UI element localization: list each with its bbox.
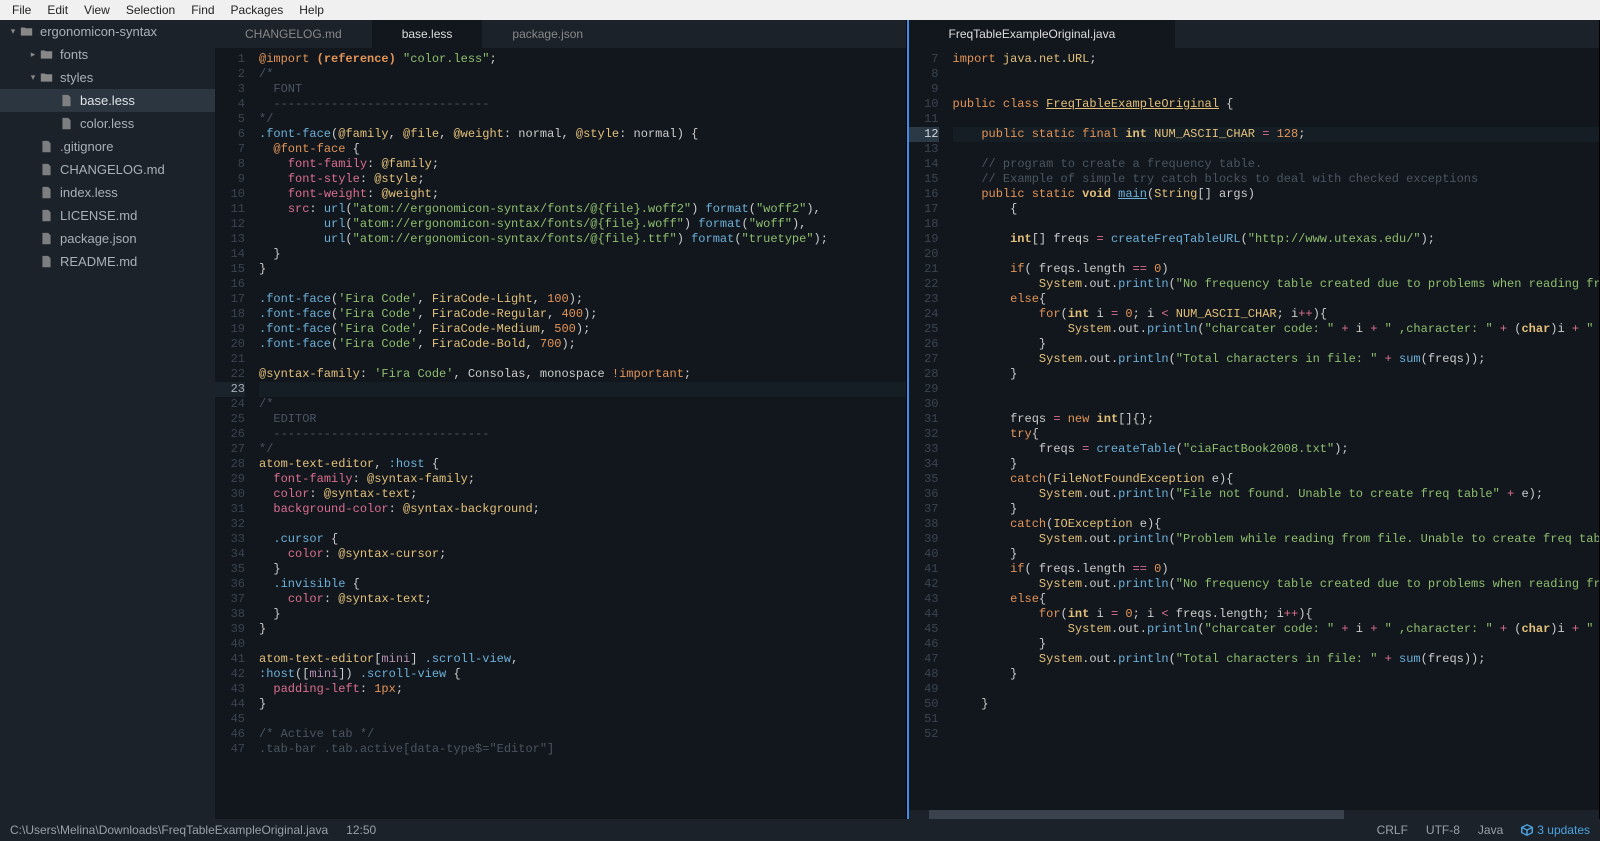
folder-icon <box>18 25 34 38</box>
tab-bar-right: FreqTableExampleOriginal.java <box>909 20 1600 48</box>
menu-help[interactable]: Help <box>291 1 332 19</box>
tree-item-base-less[interactable]: base.less <box>0 89 215 112</box>
horizontal-scrollbar[interactable] <box>909 810 1600 819</box>
tree-view[interactable]: ▾ ergonomicon-syntax▸ fonts ▾ styles base.les… <box>0 20 215 819</box>
menu-selection[interactable]: Selection <box>118 1 183 19</box>
tree-item-label: README.md <box>60 254 137 269</box>
tree-item-label: fonts <box>60 47 88 62</box>
code-right[interactable]: import java.net.URL; public class FreqTa… <box>947 48 1600 810</box>
tree-item--gitignore[interactable]: .gitignore <box>0 135 215 158</box>
status-encoding[interactable]: UTF-8 <box>1426 823 1460 837</box>
editor-pane-right: FreqTableExampleOriginal.java 7891011121… <box>907 20 1600 819</box>
tree-item-changelog-md[interactable]: CHANGELOG.md <box>0 158 215 181</box>
tab-freqtable[interactable]: FreqTableExampleOriginal.java <box>909 20 1176 48</box>
file-icon <box>38 209 54 222</box>
tab-bar-left: CHANGELOG.mdbase.lesspackage.json <box>215 20 906 48</box>
menubar: File Edit View Selection Find Packages H… <box>0 0 1600 20</box>
status-language[interactable]: Java <box>1478 823 1503 837</box>
menu-packages[interactable]: Packages <box>223 1 292 19</box>
file-icon <box>38 232 54 245</box>
gutter-left: 1234567891011121314151617181920212223242… <box>215 48 253 819</box>
gutter-right: 7891011121314151617181920212223242526272… <box>909 48 947 810</box>
editor-right[interactable]: 7891011121314151617181920212223242526272… <box>909 48 1600 810</box>
tree-item-ergonomicon-syntax[interactable]: ▾ ergonomicon-syntax <box>0 20 215 43</box>
tree-item-label: LICENSE.md <box>60 208 137 223</box>
file-icon <box>38 255 54 268</box>
chevron-icon: ▾ <box>28 72 38 83</box>
tree-item-label: package.json <box>60 231 137 246</box>
tab-changelog-md[interactable]: CHANGELOG.md <box>215 20 372 48</box>
menu-view[interactable]: View <box>76 1 118 19</box>
tree-item-label: styles <box>60 70 93 85</box>
file-icon <box>38 186 54 199</box>
chevron-icon: ▾ <box>8 26 18 37</box>
chevron-icon: ▸ <box>28 49 38 60</box>
status-cursor[interactable]: 12:50 <box>346 823 376 837</box>
tree-item-label: CHANGELOG.md <box>60 162 165 177</box>
menu-find[interactable]: Find <box>183 1 222 19</box>
file-icon <box>38 163 54 176</box>
code-left[interactable]: @import (reference) "color.less"; /* FON… <box>253 48 906 819</box>
package-icon <box>1521 824 1533 836</box>
tree-item-readme-md[interactable]: README.md <box>0 250 215 273</box>
menu-edit[interactable]: Edit <box>39 1 76 19</box>
folder-icon <box>38 71 54 84</box>
tab-base-less[interactable]: base.less <box>372 20 483 48</box>
tree-item-package-json[interactable]: package.json <box>0 227 215 250</box>
tree-item-color-less[interactable]: color.less <box>0 112 215 135</box>
tree-item-index-less[interactable]: index.less <box>0 181 215 204</box>
tree-item-label: ergonomicon-syntax <box>40 24 157 39</box>
menu-file[interactable]: File <box>4 1 39 19</box>
status-bar: C:\Users\Melina\Downloads\FreqTableExamp… <box>0 819 1600 841</box>
status-updates[interactable]: 3 updates <box>1521 823 1590 837</box>
tab-package-json[interactable]: package.json <box>482 20 613 48</box>
status-eol[interactable]: CRLF <box>1377 823 1408 837</box>
folder-icon <box>38 48 54 61</box>
file-icon <box>58 94 74 107</box>
status-path[interactable]: C:\Users\Melina\Downloads\FreqTableExamp… <box>10 823 328 837</box>
tree-item-label: color.less <box>80 116 134 131</box>
file-icon <box>58 117 74 130</box>
tree-item-label: .gitignore <box>60 139 113 154</box>
tree-item-styles[interactable]: ▾ styles <box>0 66 215 89</box>
tree-item-license-md[interactable]: LICENSE.md <box>0 204 215 227</box>
file-icon <box>38 140 54 153</box>
tree-item-fonts[interactable]: ▸ fonts <box>0 43 215 66</box>
tree-item-label: index.less <box>60 185 118 200</box>
tree-item-label: base.less <box>80 93 135 108</box>
editor-left[interactable]: 1234567891011121314151617181920212223242… <box>215 48 906 819</box>
editor-pane-left: CHANGELOG.mdbase.lesspackage.json 123456… <box>215 20 907 819</box>
status-updates-label: 3 updates <box>1537 823 1590 837</box>
